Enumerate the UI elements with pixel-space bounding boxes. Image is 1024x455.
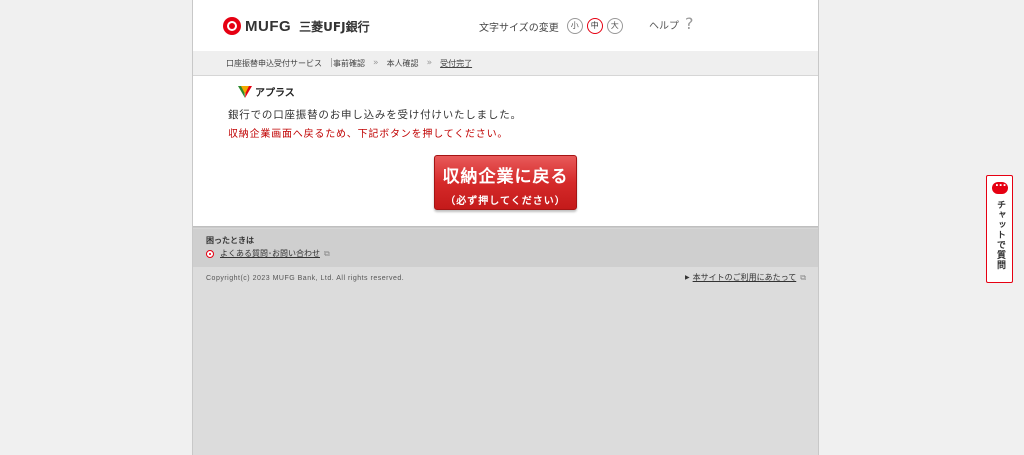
external-window-icon: ⧉ [800, 272, 806, 282]
text-size-large-button[interactable]: 大 [606, 18, 623, 34]
help-link[interactable]: ヘルプ ? [649, 16, 694, 32]
help-label: ヘルプ [649, 20, 679, 32]
faq-item: よくある質問･お問い合わせ ⧉ [206, 248, 330, 259]
mufg-logo[interactable]: MUFG 三菱UFJ銀行 [223, 17, 370, 35]
return-notice: 収納企業画面へ戻るため、下記ボタンを押してください。 [228, 129, 509, 140]
mufg-logo-icon [223, 17, 241, 35]
external-window-icon: ⧉ [324, 248, 330, 258]
return-to-merchant-button[interactable]: 収納企業に戻る （必ず押してください） [434, 155, 577, 210]
return-button-label: 収納企業に戻る [442, 167, 569, 187]
return-button-sublabel: （必ず押してください） [445, 196, 566, 207]
question-icon: ? [685, 14, 694, 33]
breadcrumb: 口座振替申込受付サービス | 事前確認 » 本人確認 » 受付完了 [193, 51, 818, 76]
site-header: MUFG 三菱UFJ銀行 文字サイズの変更 小 中 大 ヘルプ ? [193, 0, 818, 52]
bullet-icon [206, 249, 214, 258]
text-size-small-button[interactable]: 小 [566, 18, 583, 34]
page-container: MUFG 三菱UFJ銀行 文字サイズの変更 小 中 大 ヘルプ ? 口座振替申込… [192, 0, 819, 455]
help-section-title: 困ったときは [206, 236, 254, 245]
text-size-control: 文字サイズの変更 小 中 大 [479, 18, 627, 34]
text-size-medium-button[interactable]: 中 [586, 18, 603, 34]
breadcrumb-step-complete: 受付完了 [440, 58, 473, 68]
text-size-label: 文字サイズの変更 [479, 22, 559, 34]
double-chevron-right-icon: » [373, 58, 379, 68]
aplus-logo-icon [238, 85, 252, 98]
faq-link[interactable]: よくある質問･お問い合わせ [220, 248, 320, 259]
breadcrumb-step-identity: 本人確認 [386, 58, 419, 68]
logo-text: MUFG [245, 17, 292, 35]
triangle-right-icon: ▶ [685, 274, 690, 281]
terms-link[interactable]: 本サイトのご利用にあたって [693, 272, 797, 283]
chat-label: チャットで質問 [995, 200, 1005, 270]
breadcrumb-step-precheck: 事前確認 [333, 58, 366, 68]
copyright: Copyright(c) 2023 MUFG Bank, Ltd. All ri… [206, 275, 405, 282]
double-chevron-right-icon: » [426, 58, 433, 68]
terms-item: ▶ 本サイトのご利用にあたって ⧉ [685, 272, 806, 283]
breadcrumb-service: 口座振替申込受付サービス [226, 58, 322, 68]
company-brand: アプラス [238, 84, 295, 99]
company-name: アプラス [255, 88, 295, 99]
chat-bubble-icon [992, 178, 1008, 194]
help-section: 困ったときは よくある質問･お問い合わせ ⧉ [193, 229, 818, 267]
bank-name: 三菱UFJ銀行 [299, 19, 370, 34]
main-content: アプラス 銀行での口座振替のお申し込みを受け付けいたしました。 収納企業画面へ戻… [193, 76, 818, 229]
completion-message: 銀行での口座振替のお申し込みを受け付けいたしました。 [228, 109, 522, 121]
chat-support-button[interactable]: チャットで質問 [986, 175, 1013, 283]
